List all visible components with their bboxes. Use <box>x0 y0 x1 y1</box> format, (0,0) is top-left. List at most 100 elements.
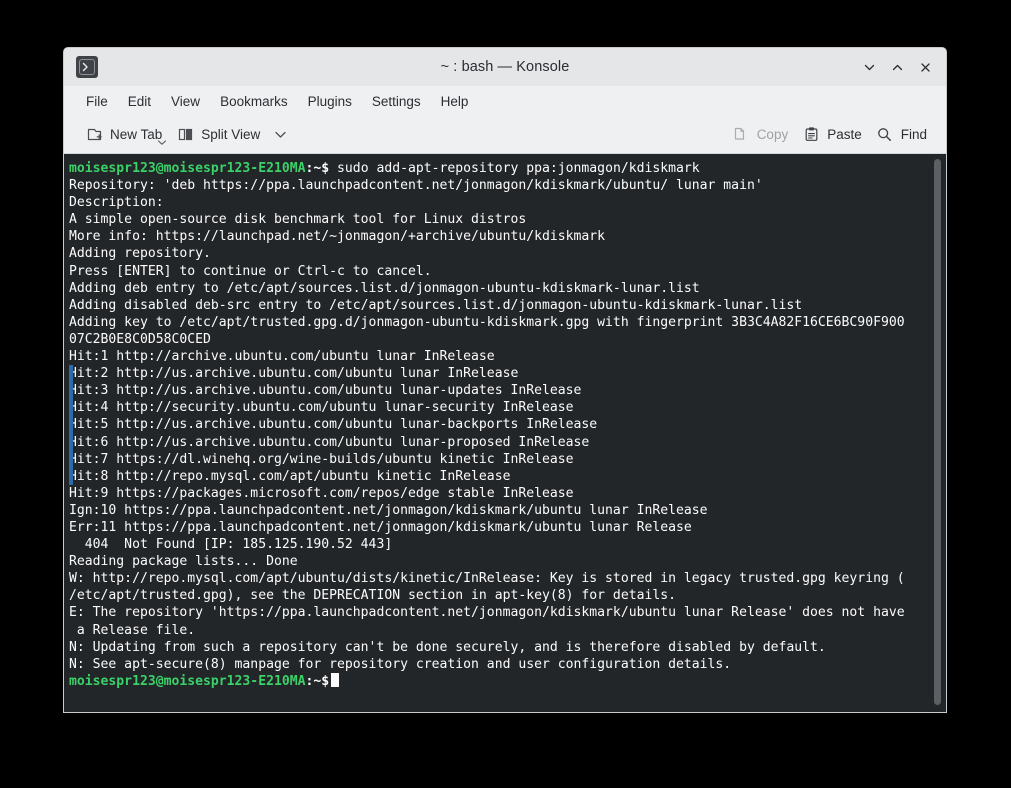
terminal-line-text: Hit:9 https://packages.microsoft.com/rep… <box>69 485 574 501</box>
new-tab-chevron-down-icon[interactable] <box>157 134 167 149</box>
shell-prompt-user: moisespr123@moisespr123-E210MA <box>69 673 306 689</box>
terminal-line-text: Adding disabled deb-src entry to /etc/ap… <box>69 297 803 313</box>
konsole-window: ~ : bash — Konsole File Edit View Bookma… <box>64 48 946 712</box>
line-marker <box>69 382 73 400</box>
menu-item-bookmarks[interactable]: Bookmarks <box>210 91 298 112</box>
window-title: ~ : bash — Konsole <box>440 59 570 75</box>
terminal-line-text: Press [ENTER] to continue or Ctrl-c to c… <box>69 263 432 279</box>
maximize-button[interactable] <box>884 54 910 80</box>
terminal-line-text: Hit:8 http://repo.mysql.com/apt/ubuntu k… <box>69 468 511 484</box>
terminal-line-text: Repository: 'deb https://ppa.launchpadco… <box>69 178 763 194</box>
terminal-area[interactable]: moisespr123@moisespr123-E210MA:~$ sudo a… <box>64 154 946 712</box>
terminal-line-text: W: http://repo.mysql.com/apt/ubuntu/dist… <box>69 571 905 587</box>
terminal-line-text: Hit:7 https://dl.winehq.org/wine-builds/… <box>69 451 574 467</box>
split-view-button[interactable]: Split View <box>169 122 267 148</box>
new-tab-button[interactable]: New Tab <box>78 122 169 148</box>
terminal-line: a Release file. <box>69 622 946 639</box>
terminal-scrollbar[interactable] <box>932 157 943 709</box>
terminal-line-text: Hit:6 http://us.archive.ubuntu.com/ubunt… <box>69 434 590 450</box>
terminal-line: Press [ENTER] to continue or Ctrl-c to c… <box>69 263 946 280</box>
menu-item-help[interactable]: Help <box>431 91 479 112</box>
terminal-line-text: Adding repository. <box>69 246 211 262</box>
menu-item-view[interactable]: View <box>161 91 210 112</box>
copy-button[interactable]: Copy <box>725 122 796 148</box>
terminal-line-text: Description: <box>69 195 164 211</box>
terminal-line-text: More info: https://launchpad.net/~jonmag… <box>69 229 606 245</box>
split-view-icon <box>176 126 194 144</box>
search-icon <box>876 126 894 144</box>
terminal-line: Description: <box>69 194 946 211</box>
terminal-line: Adding disabled deb-src entry to /etc/ap… <box>69 297 946 314</box>
terminal-line: Hit:8 http://repo.mysql.com/apt/ubuntu k… <box>69 467 946 485</box>
split-view-label: Split View <box>201 127 261 142</box>
new-tab-icon <box>85 126 103 144</box>
terminal-line-text: Ign:10 https://ppa.launchpadcontent.net/… <box>69 502 708 518</box>
konsole-icon <box>76 56 98 78</box>
terminal-line: 404 Not Found [IP: 185.125.190.52 443] <box>69 536 946 553</box>
terminal-line: Err:11 https://ppa.launchpadcontent.net/… <box>69 519 946 536</box>
terminal-line: /etc/apt/trusted.gpg), see the DEPRECATI… <box>69 587 946 604</box>
terminal-line: moisespr123@moisespr123-E210MA:~$ <box>69 672 946 690</box>
terminal-line-text: Hit:3 http://us.archive.ubuntu.com/ubunt… <box>69 383 582 399</box>
terminal-line: N: See apt-secure(8) manpage for reposit… <box>69 656 946 673</box>
line-marker <box>69 450 73 468</box>
terminal-line: Adding deb entry to /etc/apt/sources.lis… <box>69 280 946 297</box>
minimize-button[interactable] <box>856 54 882 80</box>
terminal-line: More info: https://launchpad.net/~jonmag… <box>69 228 946 245</box>
copy-label: Copy <box>756 127 789 142</box>
new-tab-label: New Tab <box>110 127 163 142</box>
terminal-line-text: Hit:2 http://us.archive.ubuntu.com/ubunt… <box>69 366 519 382</box>
menu-bar: File Edit View Bookmarks Plugins Setting… <box>64 86 946 116</box>
find-button[interactable]: Find <box>869 122 934 148</box>
terminal-line: Hit:9 https://packages.microsoft.com/rep… <box>69 485 946 502</box>
terminal-line: Repository: 'deb https://ppa.launchpadco… <box>69 177 946 194</box>
scrollbar-thumb[interactable] <box>934 159 941 705</box>
split-view-dropdown[interactable] <box>267 122 293 148</box>
menu-item-plugins[interactable]: Plugins <box>298 91 362 112</box>
terminal-output: moisespr123@moisespr123-E210MA:~$ sudo a… <box>64 160 946 712</box>
terminal-line: 07C2B0E8C0D58C0CED <box>69 331 946 348</box>
terminal-line: Hit:7 https://dl.winehq.org/wine-builds/… <box>69 450 946 468</box>
terminal-line-text: /etc/apt/trusted.gpg), see the DEPRECATI… <box>69 588 676 604</box>
terminal-line-text: Adding deb entry to /etc/apt/sources.lis… <box>69 280 700 296</box>
terminal-line: Hit:5 http://us.archive.ubuntu.com/ubunt… <box>69 416 946 434</box>
window-controls <box>856 54 938 80</box>
menu-item-settings[interactable]: Settings <box>362 91 431 112</box>
find-label: Find <box>900 127 927 142</box>
title-bar: ~ : bash — Konsole <box>64 48 946 86</box>
line-marker <box>69 416 73 434</box>
terminal-line: Hit:4 http://security.ubuntu.com/ubuntu … <box>69 399 946 417</box>
terminal-line-text: A simple open-source disk benchmark tool… <box>69 212 527 228</box>
terminal-line: Hit:2 http://us.archive.ubuntu.com/ubunt… <box>69 365 946 383</box>
toolbar: New Tab Split View Copy Paste Find <box>64 116 946 154</box>
terminal-line-text: Adding key to /etc/apt/trusted.gpg.d/jon… <box>69 314 905 330</box>
terminal-line-text: 07C2B0E8C0D58C0CED <box>69 331 211 347</box>
terminal-line: Ign:10 https://ppa.launchpadcontent.net/… <box>69 502 946 519</box>
terminal-line: moisespr123@moisespr123-E210MA:~$ sudo a… <box>69 160 946 177</box>
terminal-line: Reading package lists... Done <box>69 553 946 570</box>
terminal-line: Adding repository. <box>69 245 946 262</box>
terminal-line: Hit:3 http://us.archive.ubuntu.com/ubunt… <box>69 382 946 400</box>
line-marker <box>69 399 73 417</box>
terminal-line-text: Hit:5 http://us.archive.ubuntu.com/ubunt… <box>69 417 598 433</box>
terminal-line-text: Err:11 https://ppa.launchpadcontent.net/… <box>69 519 692 535</box>
shell-prompt-path: :~$ <box>305 673 330 689</box>
terminal-line-text: Reading package lists... Done <box>69 554 298 570</box>
terminal-cursor <box>331 672 340 687</box>
terminal-line: N: Updating from such a repository can't… <box>69 639 946 656</box>
terminal-line-text: Hit:4 http://security.ubuntu.com/ubuntu … <box>69 400 574 416</box>
terminal-line: Hit:6 http://us.archive.ubuntu.com/ubunt… <box>69 433 946 451</box>
close-button[interactable] <box>912 54 938 80</box>
menu-item-edit[interactable]: Edit <box>118 91 161 112</box>
terminal-line-text: N: See apt-secure(8) manpage for reposit… <box>69 656 732 672</box>
chevron-down-icon <box>271 126 289 144</box>
shell-command: sudo add-apt-repository ppa:jonmagon/kdi… <box>329 161 700 176</box>
terminal-line-text: a Release file. <box>69 622 196 638</box>
paste-label: Paste <box>827 127 862 142</box>
terminal-line-text: E: The repository 'https://ppa.launchpad… <box>69 605 905 621</box>
paste-button[interactable]: Paste <box>795 122 869 148</box>
menu-item-file[interactable]: File <box>76 91 118 112</box>
shell-prompt-path: :~$ <box>305 161 330 176</box>
terminal-line: E: The repository 'https://ppa.launchpad… <box>69 604 946 621</box>
line-marker <box>69 365 73 383</box>
